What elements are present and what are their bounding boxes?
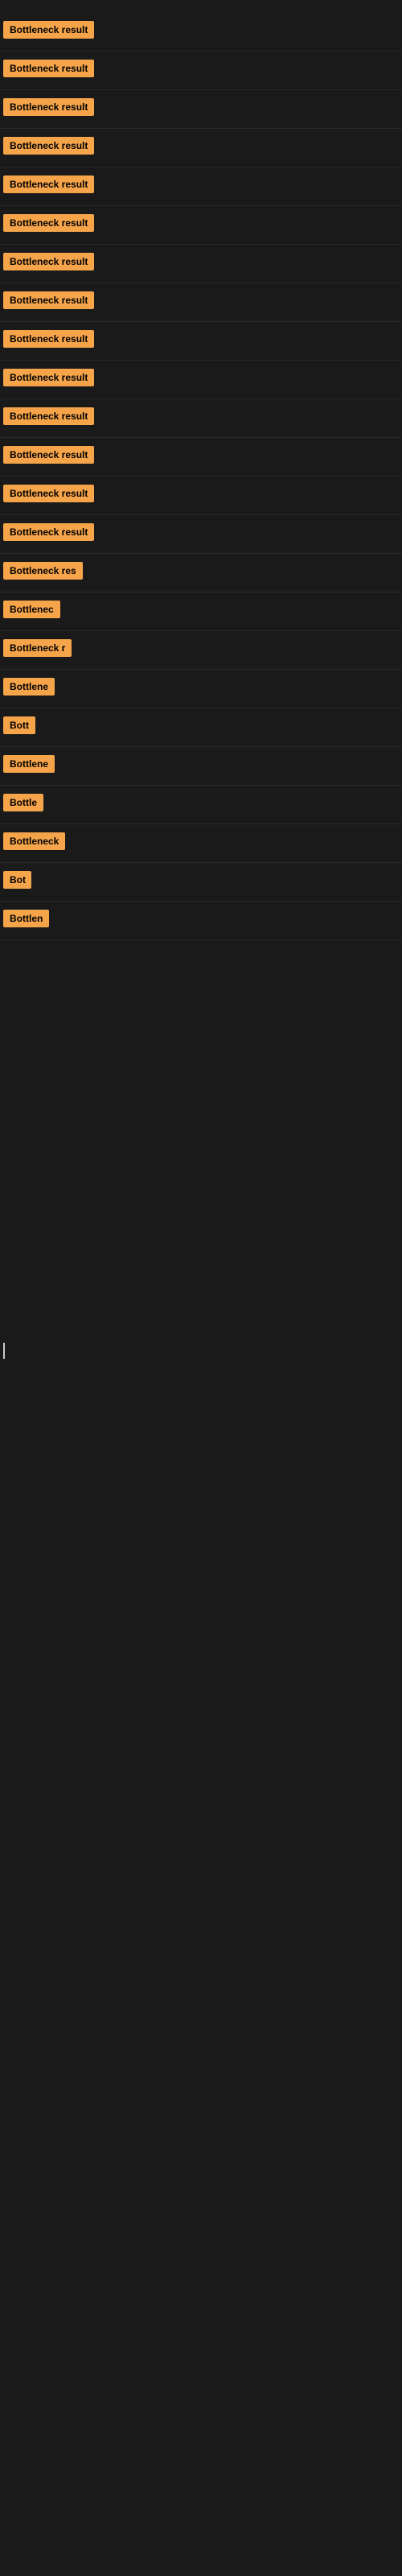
bottleneck-label-23[interactable]: Bot [3, 871, 31, 889]
bottleneck-label-7[interactable]: Bottleneck result [3, 253, 94, 270]
result-row-1: Bottleneck result [0, 13, 402, 52]
result-row-10: Bottleneck result [0, 361, 402, 399]
bottleneck-label-17[interactable]: Bottleneck r [3, 639, 72, 657]
bottleneck-label-9[interactable]: Bottleneck result [3, 330, 94, 348]
result-row-24: Bottlen [0, 902, 402, 940]
bottleneck-label-18[interactable]: Bottlene [3, 678, 55, 696]
result-row-20: Bottlene [0, 747, 402, 786]
result-row-11: Bottleneck result [0, 399, 402, 438]
bottleneck-label-19[interactable]: Bott [3, 716, 35, 734]
result-row-13: Bottleneck result [0, 477, 402, 515]
text-cursor [3, 1343, 5, 1359]
result-row-21: Bottle [0, 786, 402, 824]
result-row-3: Bottleneck result [0, 90, 402, 129]
bottleneck-label-8[interactable]: Bottleneck result [3, 291, 94, 309]
bottleneck-label-12[interactable]: Bottleneck result [3, 446, 94, 464]
bottleneck-label-16[interactable]: Bottlenec [3, 601, 60, 618]
bottleneck-label-13[interactable]: Bottleneck result [3, 485, 94, 502]
result-row-14: Bottleneck result [0, 515, 402, 554]
bottleneck-label-11[interactable]: Bottleneck result [3, 407, 94, 425]
bottleneck-label-10[interactable]: Bottleneck result [3, 369, 94, 386]
bottleneck-label-2[interactable]: Bottleneck result [3, 60, 94, 77]
cursor-container [0, 1343, 402, 1504]
result-row-5: Bottleneck result [0, 167, 402, 206]
bottleneck-label-1[interactable]: Bottleneck result [3, 21, 94, 39]
bottleneck-label-4[interactable]: Bottleneck result [3, 137, 94, 155]
bottleneck-label-3[interactable]: Bottleneck result [3, 98, 94, 116]
result-row-8: Bottleneck result [0, 283, 402, 322]
results-container: Bottleneck result Bottleneck result Bottle… [0, 13, 402, 940]
bottleneck-label-24[interactable]: Bottlen [3, 910, 49, 927]
site-title [0, 0, 402, 13]
bottleneck-label-14[interactable]: Bottleneck result [3, 523, 94, 541]
bottleneck-label-6[interactable]: Bottleneck result [3, 214, 94, 232]
result-row-12: Bottleneck result [0, 438, 402, 477]
result-row-2: Bottleneck result [0, 52, 402, 90]
bottleneck-label-22[interactable]: Bottleneck [3, 832, 65, 850]
result-row-6: Bottleneck result [0, 206, 402, 245]
result-row-22: Bottleneck [0, 824, 402, 863]
bottleneck-label-5[interactable]: Bottleneck result [3, 175, 94, 193]
result-row-19: Bott [0, 708, 402, 747]
result-row-23: Bot [0, 863, 402, 902]
result-row-4: Bottleneck result [0, 129, 402, 167]
result-row-16: Bottlenec [0, 592, 402, 631]
result-row-17: Bottleneck r [0, 631, 402, 670]
result-row-18: Bottlene [0, 670, 402, 708]
result-row-7: Bottleneck result [0, 245, 402, 283]
result-row-9: Bottleneck result [0, 322, 402, 361]
bottleneck-label-20[interactable]: Bottlene [3, 755, 55, 773]
result-row-15: Bottleneck res [0, 554, 402, 592]
bottleneck-label-15[interactable]: Bottleneck res [3, 562, 83, 580]
bottleneck-label-21[interactable]: Bottle [3, 794, 43, 811]
